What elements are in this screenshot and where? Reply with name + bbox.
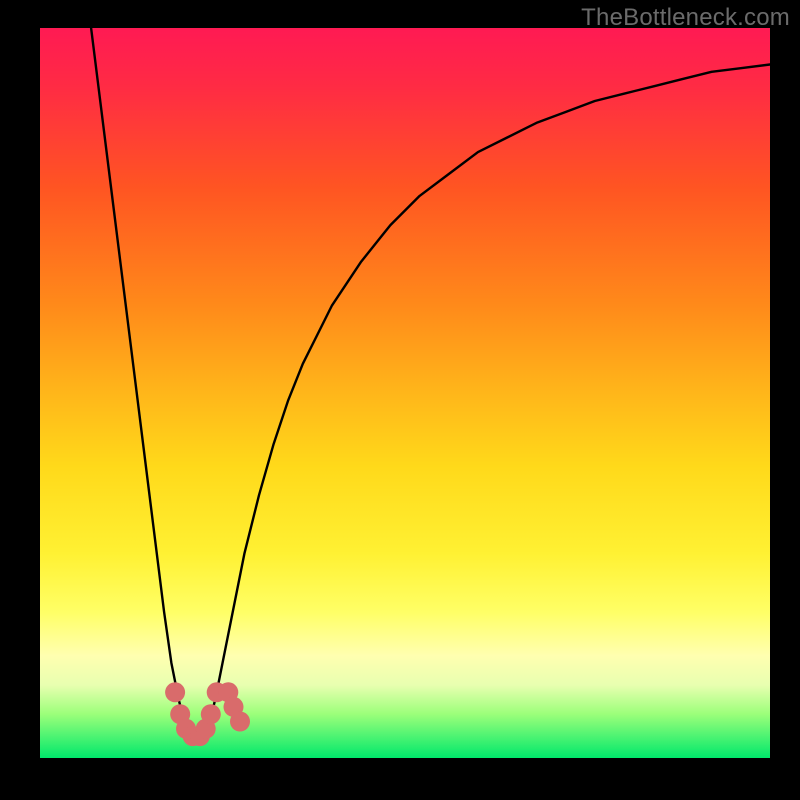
marker-dot [201,704,221,724]
marker-dot [165,682,185,702]
watermark-text: TheBottleneck.com [581,4,790,32]
chart-frame: TheBottleneck.com [0,0,800,800]
chart-svg [40,28,770,758]
highlight-markers [165,682,250,746]
marker-dot [230,712,250,732]
curve-path [91,28,770,743]
plot-area [40,28,770,758]
bottleneck-curve [91,28,770,743]
